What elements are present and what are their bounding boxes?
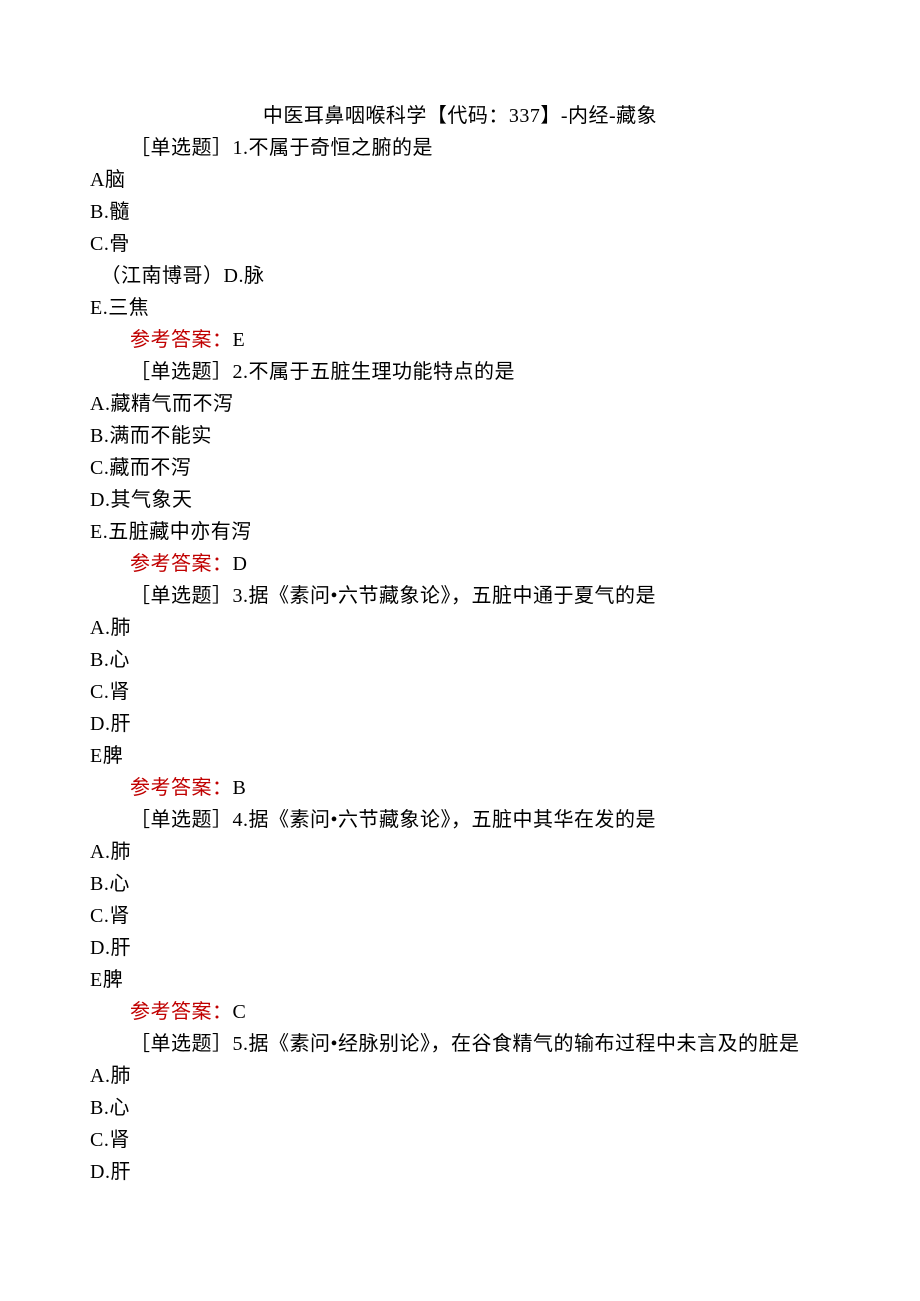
- question-stem: ［单选题］4.据《素问•六节藏象论》，五脏中其华在发的是: [90, 804, 830, 836]
- option-c: C.藏而不泻: [90, 452, 830, 484]
- option-b: B.心: [90, 644, 830, 676]
- option-d: D.其气象天: [90, 484, 830, 516]
- question-1: ［单选题］1.不属于奇恒之腑的是 A脑 B.髓 C.骨 （江南博哥）D.脉 E.…: [90, 132, 830, 356]
- question-stem: ［单选题］5.据《素问•经脉别论》，在谷食精气的输布过程中未言及的脏是: [90, 1028, 830, 1060]
- option-a: A脑: [90, 164, 830, 196]
- option-b: B.满而不能实: [90, 420, 830, 452]
- option-a: A.肺: [90, 1060, 830, 1092]
- answer-label: 参考答案：: [130, 1001, 233, 1023]
- answer-value: E: [233, 329, 246, 351]
- answer-value: D: [233, 553, 248, 575]
- question-2: ［单选题］2.不属于五脏生理功能特点的是 A.藏精气而不泻 B.满而不能实 C.…: [90, 356, 830, 580]
- option-a: A.肺: [90, 612, 830, 644]
- option-a: A.肺: [90, 836, 830, 868]
- option-d: D.肝: [90, 708, 830, 740]
- question-4: ［单选题］4.据《素问•六节藏象论》，五脏中其华在发的是 A.肺 B.心 C.肾…: [90, 804, 830, 1028]
- answer-label: 参考答案：: [130, 777, 233, 799]
- option-e: E脾: [90, 964, 830, 996]
- answer-label: 参考答案：: [130, 553, 233, 575]
- option-b: B.心: [90, 868, 830, 900]
- question-stem: ［单选题］1.不属于奇恒之腑的是: [90, 132, 830, 164]
- answer-row: 参考答案：C: [90, 996, 830, 1028]
- option-d: D.肝: [90, 932, 830, 964]
- option-a: A.藏精气而不泻: [90, 388, 830, 420]
- question-5: ［单选题］5.据《素问•经脉别论》，在谷食精气的输布过程中未言及的脏是 A.肺 …: [90, 1028, 830, 1188]
- question-3: ［单选题］3.据《素问•六节藏象论》，五脏中通于夏气的是 A.肺 B.心 C.肾…: [90, 580, 830, 804]
- option-e: E脾: [90, 740, 830, 772]
- answer-row: 参考答案：D: [90, 548, 830, 580]
- option-b: B.心: [90, 1092, 830, 1124]
- answer-row: 参考答案：B: [90, 772, 830, 804]
- option-d: （江南博哥）D.脉: [90, 260, 830, 292]
- answer-row: 参考答案：E: [90, 324, 830, 356]
- option-e: E.三焦: [90, 292, 830, 324]
- option-e: E.五脏藏中亦有泻: [90, 516, 830, 548]
- option-b: B.髓: [90, 196, 830, 228]
- answer-label: 参考答案：: [130, 329, 233, 351]
- question-stem: ［单选题］3.据《素问•六节藏象论》，五脏中通于夏气的是: [90, 580, 830, 612]
- answer-value: C: [233, 1001, 247, 1023]
- option-c: C.肾: [90, 900, 830, 932]
- page-title: 中医耳鼻咽喉科学【代码：337】-内经-藏象: [90, 100, 830, 132]
- option-d: D.肝: [90, 1156, 830, 1188]
- answer-value: B: [233, 777, 247, 799]
- option-c: C.肾: [90, 1124, 830, 1156]
- option-c: C.肾: [90, 676, 830, 708]
- option-c: C.骨: [90, 228, 830, 260]
- question-stem: ［单选题］2.不属于五脏生理功能特点的是: [90, 356, 830, 388]
